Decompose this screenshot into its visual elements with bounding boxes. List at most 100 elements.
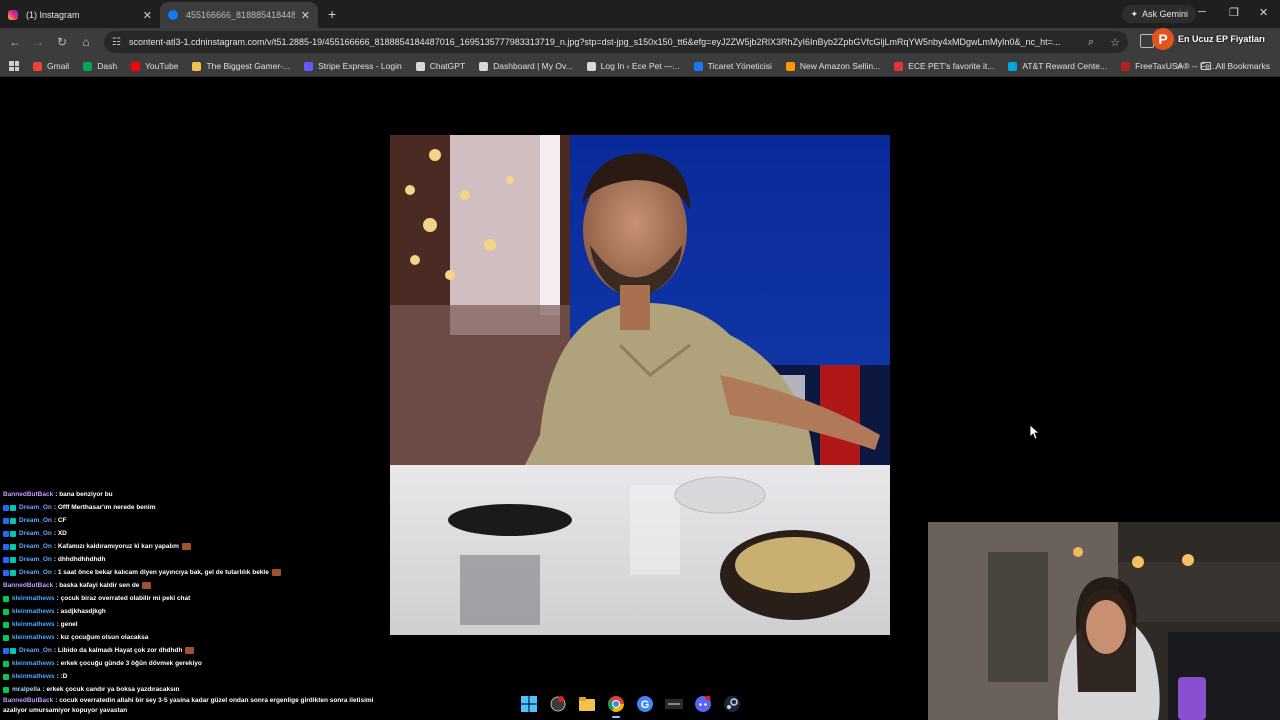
- chat-username[interactable]: kleinmathews: [12, 592, 55, 605]
- chat-badges: [3, 686, 9, 693]
- chat-badge-icon: [3, 543, 9, 550]
- apps-grid-icon[interactable]: [9, 61, 19, 71]
- windows-start-icon[interactable]: [520, 695, 538, 713]
- bookmark-favicon-icon: [304, 61, 314, 71]
- bookmark-item[interactable]: Ticaret Yöneticisi: [693, 61, 772, 71]
- chat-username[interactable]: Dream_On: [19, 501, 52, 514]
- address-url[interactable]: scontent-atl3-1.cdninstagram.com/v/t51.2…: [129, 37, 1080, 47]
- site-info-icon[interactable]: ☷: [112, 37, 121, 48]
- bookmark-item[interactable]: Stripe Express - Login: [304, 61, 402, 71]
- bookmark-item[interactable]: Dash: [83, 61, 117, 71]
- bookmark-item[interactable]: Gmail: [33, 61, 69, 71]
- file-explorer-icon[interactable]: [578, 695, 596, 713]
- chat-badges: [3, 647, 16, 654]
- minimize-icon[interactable]: ─: [1198, 6, 1206, 18]
- chat-username[interactable]: kleinmathews: [12, 605, 55, 618]
- bookmark-label: AT&T Reward Cente...: [1022, 61, 1108, 71]
- ask-gemini-button[interactable]: ✦ Ask Gemini: [1122, 5, 1196, 23]
- chat-text: : Kafamızı kaldıramıyoruz ki karı yapalı…: [53, 543, 179, 550]
- chat-badges: [3, 556, 16, 563]
- bookmark-favicon-icon: [1008, 61, 1018, 71]
- bookmark-item[interactable]: Log In ‹ Ece Pet —...: [586, 61, 680, 71]
- chat-username[interactable]: kleinmathews: [12, 657, 55, 670]
- chat-badge-icon: [3, 530, 9, 537]
- chat-text: : çocuk biraz overrated olabilir mi peki…: [56, 595, 191, 602]
- chat-badge-icon: [10, 543, 16, 550]
- chat-username[interactable]: kleinmathews: [12, 670, 55, 683]
- chat-message: kleinmathews: :D: [3, 670, 383, 683]
- bookmark-label: Gmail: [47, 61, 70, 71]
- chat-username[interactable]: BannedButBack: [3, 697, 53, 704]
- new-tab-button[interactable]: +: [328, 2, 336, 28]
- bookmark-label: Dashboard | My Ov...: [493, 61, 573, 71]
- chat-message: kleinmathews: erkek çocuğu günde 3 öğün …: [3, 657, 383, 670]
- chat-username[interactable]: mralpella: [12, 683, 41, 696]
- close-tab-icon[interactable]: ✕: [301, 9, 310, 22]
- bookmark-star-icon[interactable]: ☆: [1110, 36, 1120, 49]
- zoom-icon[interactable]: ⌕: [1088, 36, 1094, 49]
- media-app-icon[interactable]: [665, 695, 683, 713]
- chat-text: : 1 saat önce bekar kalıcam diyen yayınc…: [53, 569, 269, 576]
- chat-username[interactable]: BannedButBack: [3, 579, 53, 592]
- bookmark-favicon-icon: [33, 61, 42, 71]
- bookmark-item[interactable]: ChatGPT: [415, 61, 465, 71]
- bookmark-item[interactable]: The Biggest Gamer-...: [192, 61, 290, 71]
- chat-badges: [3, 673, 9, 680]
- bookmark-label: Ticaret Yöneticisi: [707, 61, 772, 71]
- all-bookmarks-button[interactable]: All Bookmarks: [1200, 61, 1270, 71]
- chrome-icon[interactable]: [607, 695, 625, 718]
- chat-message: mralpella: erkek çocuk candır ya boksa y…: [3, 683, 383, 696]
- chat-emote-icon: [271, 569, 281, 576]
- chat-badge-icon: [3, 517, 9, 524]
- back-arrow-icon[interactable]: ←: [8, 35, 22, 49]
- chat-badges: [3, 595, 9, 602]
- bookmark-item[interactable]: YouTube: [131, 61, 178, 71]
- chat-message: kleinmathews: asdjkhasdjkgh: [3, 605, 383, 618]
- google-icon[interactable]: G: [636, 695, 654, 713]
- obs-icon[interactable]: [549, 695, 567, 713]
- chat-username[interactable]: Dream_On: [19, 553, 52, 566]
- discord-icon[interactable]: [694, 695, 712, 713]
- bookmark-label: Dash: [97, 61, 118, 71]
- chat-username[interactable]: Dream_On: [19, 540, 52, 553]
- chat-username[interactable]: kleinmathews: [12, 631, 55, 644]
- stream-chat-overlay: BannedButBack: bana benziyor bu Dream_On:…: [3, 488, 383, 716]
- steam-icon[interactable]: [723, 695, 741, 713]
- mouse-cursor-icon: [1029, 424, 1041, 445]
- chat-username[interactable]: Dream_On: [19, 644, 52, 657]
- chat-badges: [3, 517, 16, 524]
- chat-username[interactable]: BannedButBack: [3, 488, 53, 501]
- tab-image[interactable]: 455166666_818885418448701 ✕: [160, 2, 318, 28]
- close-window-icon[interactable]: ✕: [1259, 6, 1268, 19]
- reload-icon[interactable]: ↻: [55, 35, 69, 49]
- bookmark-item[interactable]: AT&T Reward Cente...: [1008, 61, 1107, 71]
- bookmark-item[interactable]: New Amazon Sellin...: [785, 61, 880, 71]
- chat-username[interactable]: kleinmathews: [12, 618, 55, 631]
- chat-username[interactable]: Dream_On: [19, 514, 52, 527]
- all-bookmarks-label: All Bookmarks: [1215, 61, 1270, 71]
- chat-text: : Offf Merthasar'ım nerede benim: [53, 504, 156, 511]
- bookmark-item[interactable]: Dashboard | My Ov...: [479, 61, 573, 71]
- chat-text: : baska kafayi kaldir sen de: [55, 582, 140, 589]
- chat-username[interactable]: Dream_On: [19, 566, 52, 579]
- home-icon[interactable]: ⌂: [79, 35, 93, 49]
- restore-icon[interactable]: ❐: [1229, 6, 1239, 19]
- chat-message: Dream_On: CF: [3, 514, 383, 527]
- bookmark-favicon-icon: [415, 61, 425, 71]
- chat-message: Dream_On: dhhdhdhhdhdh: [3, 553, 383, 566]
- address-bar[interactable]: ☷ scontent-atl3-1.cdninstagram.com/v/t51…: [104, 31, 1128, 53]
- more-bookmarks-chevron-icon[interactable]: »: [1176, 61, 1182, 72]
- chat-username[interactable]: Dream_On: [19, 527, 52, 540]
- chat-text: : CF: [53, 517, 67, 524]
- bookmark-label: Log In ‹ Ece Pet —...: [600, 61, 680, 71]
- bookmark-item[interactable]: ECE PET's favorite it...: [894, 61, 994, 71]
- promo-logo: P: [1152, 28, 1174, 50]
- chat-message: kleinmathews: genel: [3, 618, 383, 631]
- bookmark-label: YouTube: [145, 61, 179, 71]
- close-tab-icon[interactable]: ✕: [143, 9, 152, 22]
- chat-badge-icon: [3, 608, 9, 615]
- tab-instagram[interactable]: (1) Instagram ✕: [0, 2, 160, 28]
- chat-message: Dream_On: XD: [3, 527, 383, 540]
- forward-arrow-icon[interactable]: →: [31, 35, 45, 49]
- bookmark-favicon-icon: [1121, 61, 1131, 71]
